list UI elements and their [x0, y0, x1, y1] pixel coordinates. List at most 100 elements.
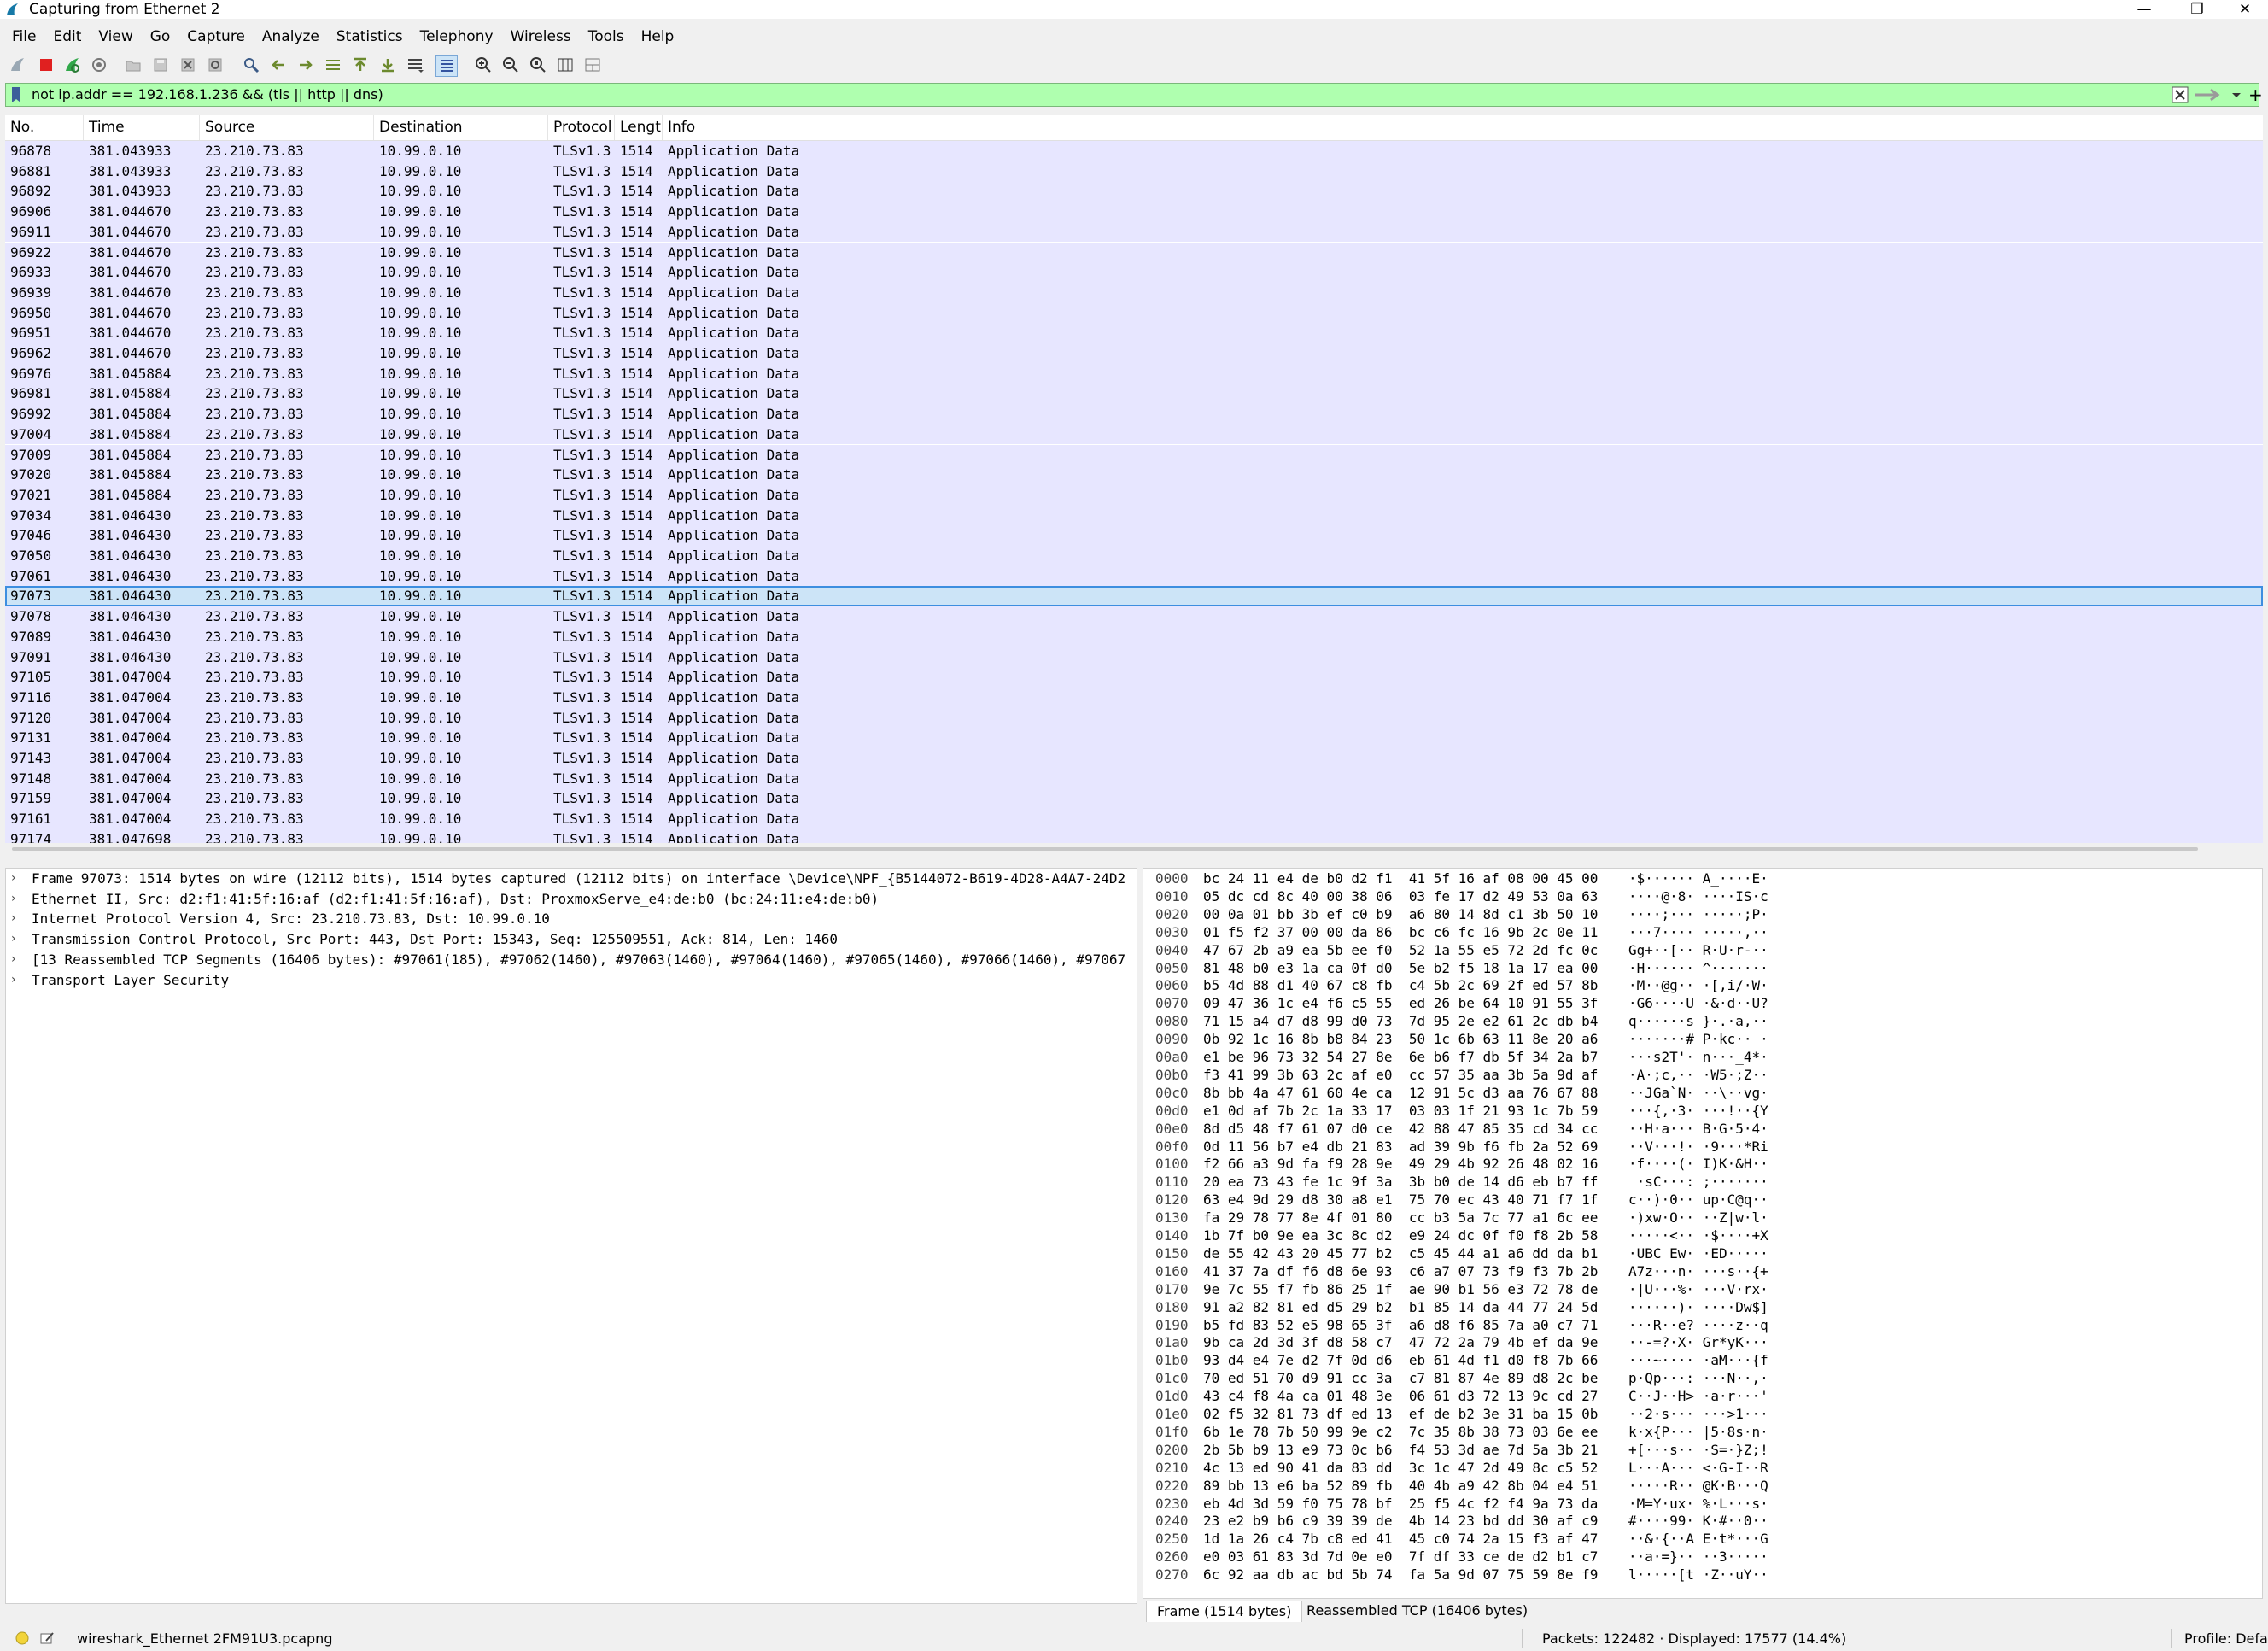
hex-row[interactable]: 01e0 02 f5 32 81 73 df ed 13 ef de b2 3e …	[1143, 1406, 2262, 1424]
hex-row[interactable]: 0020 00 0a 01 bb 3b ef c0 b9 a6 80 14 8d …	[1143, 906, 2262, 924]
menu-wireless[interactable]: Wireless	[502, 22, 580, 51]
hex-row[interactable]: 0090 0b 92 1c 16 8b b8 84 23 50 1c 6b 63 …	[1143, 1031, 2262, 1049]
hex-row[interactable]: 00d0 e1 0d af 7b 2c 1a 33 17 03 03 1f 21 …	[1143, 1103, 2262, 1121]
packet-row[interactable]: 97091 381.046430 23.210.73.83 10.99.0.10 TLS…	[5, 647, 2263, 668]
scrollbar-thumb[interactable]	[12, 847, 2198, 851]
column-destination[interactable]: Destination	[374, 115, 548, 140]
save-file-icon[interactable]	[150, 55, 171, 75]
packet-row[interactable]: 96922 381.044670 23.210.73.83 10.99.0.10 TLS…	[5, 242, 2263, 263]
packet-row[interactable]: 96950 381.044670 23.210.73.83 10.99.0.10 TLS…	[5, 302, 2263, 324]
column-length[interactable]: Length	[615, 115, 663, 140]
zoom-out-icon[interactable]	[500, 55, 521, 75]
display-filter-input[interactable]	[32, 84, 2166, 106]
hex-row[interactable]: 0080 71 15 a4 d7 d8 99 d0 73 7d 95 2e e2 …	[1143, 1013, 2262, 1031]
zoom-in-icon[interactable]	[473, 55, 494, 75]
packet-row[interactable]: 97120 381.047004 23.210.73.83 10.99.0.10 TLS…	[5, 707, 2263, 729]
detail-frame[interactable]: › Frame 97073: 1514 bytes on wire (12112 …	[6, 869, 1137, 889]
apply-filter-icon[interactable]	[2194, 86, 2223, 103]
hex-row[interactable]: 0150 de 55 42 43 20 45 77 b2 c5 45 44 a1 …	[1143, 1245, 2262, 1263]
packet-row[interactable]: 96911 381.044670 23.210.73.83 10.99.0.10 TLS…	[5, 221, 2263, 243]
hex-row[interactable]: 00c0 8b bb 4a 47 61 60 4e ca 12 91 5c d3 …	[1143, 1085, 2262, 1103]
hex-row[interactable]: 0120 63 e4 9d 29 d8 30 a8 e1 75 70 ec 43 …	[1143, 1191, 2262, 1209]
close-file-icon[interactable]	[178, 55, 198, 75]
first-packet-icon[interactable]	[350, 55, 371, 75]
tab-reassembled-tcp[interactable]: Reassembled TCP (16406 bytes)	[1296, 1601, 1538, 1621]
packet-row[interactable]: 96981 381.045884 23.210.73.83 10.99.0.10 TLS…	[5, 383, 2263, 405]
minimize-button[interactable]: —	[2125, 0, 2164, 19]
packet-row[interactable]: 97159 381.047004 23.210.73.83 10.99.0.10 TLS…	[5, 788, 2263, 810]
colorize-icon[interactable]	[435, 55, 458, 77]
hex-row[interactable]: 0040 47 67 2b a9 ea 5b ee f0 52 1a 55 e5 …	[1143, 942, 2262, 960]
chevron-right-icon[interactable]: ›	[11, 869, 16, 889]
reload-file-icon[interactable]	[205, 55, 225, 75]
tab-frame-bytes[interactable]: Frame (1514 bytes)	[1146, 1601, 1303, 1622]
detail-ethernet[interactable]: › Ethernet II, Src: d2:f1:41:5f:16:af (d2…	[6, 889, 1137, 910]
stop-capture-icon[interactable]	[36, 55, 56, 75]
hex-row[interactable]: 01b0 93 d4 e4 7e d2 7f 0d d6 eb 61 4d f1 …	[1143, 1352, 2262, 1370]
packet-row[interactable]: 97143 381.047004 23.210.73.83 10.99.0.10 TLS…	[5, 748, 2263, 769]
start-capture-icon[interactable]	[7, 55, 27, 75]
detail-tcp[interactable]: › Transmission Control Protocol, Src Port…	[6, 929, 1137, 950]
expert-info-icon[interactable]	[15, 1631, 29, 1645]
packet-row[interactable]: 97131 381.047004 23.210.73.83 10.99.0.10 TLS…	[5, 728, 2263, 748]
packet-row[interactable]: 96951 381.044670 23.210.73.83 10.99.0.10 TLS…	[5, 323, 2263, 343]
capture-options-icon[interactable]	[89, 55, 109, 75]
packet-row[interactable]: 96962 381.044670 23.210.73.83 10.99.0.10 TLS…	[5, 343, 2263, 364]
hex-row[interactable]: 0170 9e 7c 55 f7 fb 86 25 1f ae 90 b1 56 …	[1143, 1281, 2262, 1299]
chevron-right-icon[interactable]: ›	[11, 950, 16, 970]
hex-row[interactable]: 00e0 8d d5 48 f7 61 07 d0 ce 42 88 47 85 …	[1143, 1121, 2262, 1139]
column-time[interactable]: Time	[84, 115, 200, 140]
packet-row[interactable]: 97089 381.046430 23.210.73.83 10.99.0.10 TLS…	[5, 626, 2263, 647]
chevron-right-icon[interactable]: ›	[11, 909, 16, 929]
hex-row[interactable]: 0180 91 a2 82 81 ed d5 29 b2 b1 85 14 da …	[1143, 1299, 2262, 1317]
detail-tls[interactable]: › Transport Layer Security	[6, 970, 1137, 991]
hex-row[interactable]: 0140 1b 7f b0 9e ea 3c 8c d2 e9 24 dc 0f …	[1143, 1227, 2262, 1245]
packet-row[interactable]: 97004 381.045884 23.210.73.83 10.99.0.10 TLS…	[5, 424, 2263, 445]
hex-row[interactable]: 0100 f2 66 a3 9d fa f9 28 9e 49 29 4b 92 …	[1143, 1156, 2262, 1174]
packet-row[interactable]: 96878 381.043933 23.210.73.83 10.99.0.10 TLS…	[5, 141, 2263, 161]
hex-row[interactable]: 0110 20 ea 73 43 fe 1c 9f 3a 3b b0 de 14 …	[1143, 1174, 2262, 1191]
hex-row[interactable]: 01c0 70 ed 51 70 d9 91 cc 3a c7 81 87 4e …	[1143, 1370, 2262, 1388]
hex-row[interactable]: 0030 01 f5 f2 37 00 00 da 86 bc c6 fc 16 …	[1143, 924, 2262, 942]
packet-row[interactable]: 97050 381.046430 23.210.73.83 10.99.0.10 TLS…	[5, 546, 2263, 566]
packet-row[interactable]: 97009 381.045884 23.210.73.83 10.99.0.10 TLS…	[5, 444, 2263, 465]
packet-row[interactable]: 96892 381.043933 23.210.73.83 10.99.0.10 TLS…	[5, 181, 2263, 202]
menu-file[interactable]: File	[0, 22, 44, 51]
go-back-icon[interactable]	[268, 55, 289, 75]
packet-row[interactable]: 96939 381.044670 23.210.73.83 10.99.0.10 TLS…	[5, 282, 2263, 303]
column-protocol[interactable]: Protocol	[548, 115, 615, 140]
bookmark-icon[interactable]	[9, 86, 23, 103]
filter-dropdown-icon[interactable]	[2230, 86, 2243, 103]
restore-button[interactable]: ❐	[2177, 0, 2217, 19]
detail-ipv4[interactable]: › Internet Protocol Version 4, Src: 23.21…	[6, 909, 1137, 929]
packet-list-horizontal-scrollbar[interactable]	[5, 844, 2263, 856]
menu-statistics[interactable]: Statistics	[328, 22, 412, 51]
find-packet-icon[interactable]	[241, 55, 261, 75]
packet-row[interactable]: 97061 381.046430 23.210.73.83 10.99.0.10 TLS…	[5, 565, 2263, 587]
column-no[interactable]: No.	[5, 115, 84, 140]
hex-row[interactable]: 0250 1d 1a 26 c4 7b c8 ed 41 45 c0 74 2a …	[1143, 1531, 2262, 1549]
hex-row[interactable]: 0010 05 dc cd 8c 40 00 38 06 03 fe 17 d2 …	[1143, 888, 2262, 906]
packet-row[interactable]: 97105 381.047004 23.210.73.83 10.99.0.10 TLS…	[5, 667, 2263, 688]
menu-help[interactable]: Help	[633, 22, 683, 51]
packet-row[interactable]: 97020 381.045884 23.210.73.83 10.99.0.10 TLS…	[5, 465, 2263, 485]
menu-edit[interactable]: Edit	[44, 22, 90, 51]
hex-row[interactable]: 0240 23 e2 b9 b6 c9 39 39 de 4b 14 23 bd …	[1143, 1513, 2262, 1531]
go-to-packet-icon[interactable]	[323, 55, 343, 75]
resize-columns-icon[interactable]	[555, 55, 576, 75]
packet-row[interactable]: 97034 381.046430 23.210.73.83 10.99.0.10 TLS…	[5, 505, 2263, 526]
column-info[interactable]: Info	[663, 115, 2263, 140]
hex-row[interactable]: 0050 81 48 b0 e3 1a ca 0f d0 5e b2 f5 18 …	[1143, 960, 2262, 978]
menu-view[interactable]: View	[90, 22, 141, 51]
menu-analyze[interactable]: Analyze	[254, 22, 328, 51]
hex-row[interactable]: 0160 41 37 7a df f6 d8 6e 93 c6 a7 07 73 …	[1143, 1263, 2262, 1281]
open-file-icon[interactable]	[123, 55, 143, 75]
hex-row[interactable]: 0130 fa 29 78 77 8e 4f 01 80 cc b3 5a 7c …	[1143, 1209, 2262, 1227]
packet-row[interactable]: 97021 381.045884 23.210.73.83 10.99.0.10 TLS…	[5, 484, 2263, 506]
hex-row[interactable]: 0230 eb 4d 3d 59 f0 75 78 bf 25 f5 4c f2 …	[1143, 1496, 2262, 1513]
packet-row[interactable]: 97148 381.047004 23.210.73.83 10.99.0.10 TLS…	[5, 768, 2263, 789]
hex-row[interactable]: 0270 6c 92 aa db ac bd 5b 74 fa 5a 9d 07 …	[1143, 1566, 2262, 1584]
restart-capture-icon[interactable]	[61, 55, 82, 75]
comment-edit-icon[interactable]	[39, 1631, 55, 1646]
hex-row[interactable]: 01a0 9b ca 2d 3d 3f d8 58 c7 47 72 2a 79 …	[1143, 1334, 2262, 1352]
